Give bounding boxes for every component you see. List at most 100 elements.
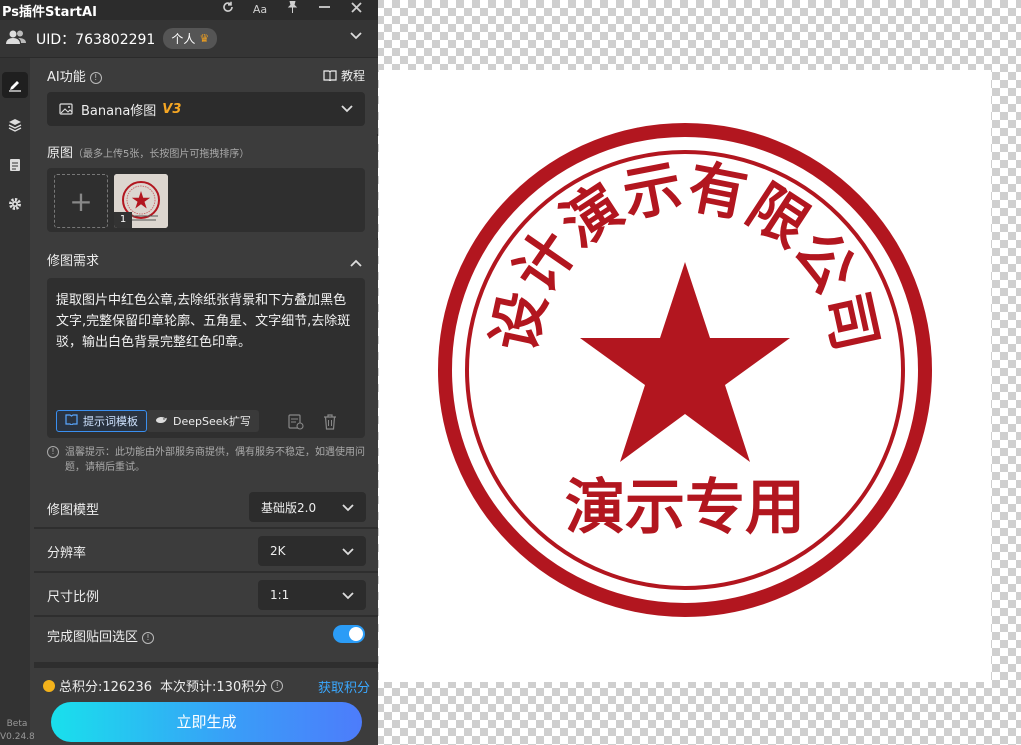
ai-model-version: V3: [162, 101, 182, 117]
document-icon: [10, 159, 20, 171]
version-number: V0.24.8: [0, 732, 35, 742]
resolution-select[interactable]: 2K: [258, 536, 366, 566]
sidebar-item-notes[interactable]: [2, 152, 28, 178]
font-size-icon[interactable]: Aa: [244, 0, 276, 20]
stamp-image: 设计演示有限公司 演示专用: [438, 123, 932, 617]
ai-model-select[interactable]: Banana修图 V3: [47, 92, 365, 126]
title-bar-actions: Aa: [212, 0, 372, 20]
title-bar: Ps插件StartAI Aa: [0, 0, 378, 20]
prompt-template-button[interactable]: 提示词模板: [56, 410, 147, 432]
generate-button[interactable]: 立即生成: [51, 702, 362, 742]
deepseek-label: DeepSeek扩写: [173, 415, 251, 428]
stamp-bottom-text: 演示专用: [565, 473, 805, 543]
tutorial-label: 教程: [340, 69, 365, 83]
beta-label: Beta: [6, 719, 28, 729]
user-bar[interactable]: UID：763802291 个人 ♛: [0, 20, 378, 58]
original-title: 原图: [47, 146, 74, 161]
toggle-knob: [349, 627, 363, 641]
info-icon[interactable]: !: [271, 679, 284, 692]
ai-feature-title: AI功能: [47, 70, 86, 85]
notice-text: ! 温馨提示：此功能由外部服务商提供，偶有服务不稳定，如遇使用问题，请稍后重试。: [47, 445, 365, 475]
total-points: 总积分:126236: [59, 680, 153, 695]
plan-label: 个人: [171, 32, 196, 46]
footer-bar: 总积分:126236 本次预计:130积分 ! 获取积分 立即生成: [34, 668, 378, 745]
layers-icon: [8, 119, 22, 132]
star-icon: [580, 262, 790, 462]
ratio-select[interactable]: 1:1: [258, 580, 366, 610]
trash-icon[interactable]: [323, 414, 337, 434]
ratio-value: 1:1: [270, 588, 290, 602]
model-label: 修图模型: [47, 503, 100, 518]
image-icon: [59, 103, 73, 115]
uid-text: UID：763802291: [36, 29, 155, 49]
sidebar-item-layers[interactable]: [2, 112, 28, 138]
pencil-icon: [9, 81, 21, 92]
model-row: 修图模型 基础版2.0: [34, 487, 378, 527]
paste-back-toggle[interactable]: [333, 625, 365, 643]
notice-content: 温馨提示：此功能由外部服务商提供，偶有服务不稳定，如遇使用问题，请稍后重试。: [65, 447, 365, 473]
plan-badge: 个人 ♛: [163, 28, 218, 49]
requirement-section: 修图需求 提取图片中红色公章,去除纸张背景和下方叠加黑色文字,完整保留印章轮廓、…: [34, 240, 378, 487]
ratio-row: 尺寸比例 1:1: [34, 573, 378, 615]
pin-icon[interactable]: [276, 0, 308, 20]
original-image-section: 原图（最多上传5张，长按图片可拖拽排序） + 1: [34, 136, 378, 238]
chevron-down-icon: [342, 545, 354, 559]
paste-back-row: 完成图贴回选区!: [34, 617, 378, 662]
deepseek-expand-button[interactable]: DeepSeek扩写: [147, 410, 259, 432]
info-icon[interactable]: !: [89, 72, 102, 84]
prompt-text: 提取图片中红色公章,去除纸张背景和下方叠加黑色文字,完整保留印章轮廓、五角星、文…: [56, 293, 351, 350]
crown-icon: ♛: [199, 32, 210, 45]
chevron-down-icon: [341, 102, 353, 116]
users-icon: [6, 29, 26, 49]
chevron-down-icon: [342, 501, 354, 515]
gear-icon: [9, 198, 21, 210]
close-icon[interactable]: [340, 0, 372, 20]
estimated-points: 本次预计:130积分: [160, 680, 268, 695]
original-label: 原图（最多上传5张，长按图片可拖拽排序）: [47, 142, 249, 161]
canvas-area: 设计演示有限公司 演示专用: [379, 0, 1021, 745]
info-icon: !: [47, 446, 59, 458]
minimize-icon[interactable]: [308, 0, 340, 20]
requirement-label: 修图需求: [47, 254, 100, 269]
add-image-button[interactable]: +: [54, 174, 108, 228]
sidebar-item-edit[interactable]: [2, 72, 28, 98]
chevron-down-icon[interactable]: [350, 28, 362, 44]
ratio-label: 尺寸比例: [47, 590, 100, 605]
tool-sidebar: Beta V0.24.8: [0, 58, 35, 745]
points-summary: 总积分:126236 本次预计:130积分 !: [43, 676, 284, 695]
history-icon[interactable]: [288, 414, 304, 434]
ai-feature-label: AI功能!: [47, 66, 102, 85]
resolution-row: 分辨率 2K: [34, 529, 378, 571]
thumbnail-strip: + 1: [47, 168, 365, 232]
thumbnail-image[interactable]: 1: [114, 174, 168, 228]
coin-icon: [43, 679, 55, 692]
ai-model-name: Banana修图: [81, 103, 157, 119]
resolution-value: 2K: [270, 544, 286, 558]
paste-back-title: 完成图贴回选区: [47, 630, 139, 645]
model-select[interactable]: 基础版2.0: [249, 492, 366, 522]
prompt-textarea[interactable]: 提取图片中红色公章,去除纸张背景和下方叠加黑色文字,完整保留印章轮廓、五角星、文…: [47, 278, 365, 438]
ai-feature-section: AI功能! 教程 Banana修图 V3: [34, 58, 378, 134]
book-icon: [323, 70, 337, 81]
chevron-up-icon[interactable]: [350, 252, 362, 271]
info-icon[interactable]: !: [142, 632, 155, 644]
version-label: Beta V0.24.8: [0, 718, 35, 744]
sidebar-item-settings[interactable]: [2, 191, 28, 217]
model-value: 基础版2.0: [261, 500, 317, 515]
paste-back-label: 完成图贴回选区!: [47, 626, 155, 645]
resolution-label: 分辨率: [47, 546, 87, 561]
whale-icon: [155, 415, 168, 428]
chevron-down-icon: [342, 589, 354, 603]
get-points-link[interactable]: 获取积分: [318, 677, 370, 696]
uid-label: UID：: [36, 31, 76, 48]
tutorial-link[interactable]: 教程: [323, 67, 365, 84]
prompt-template-label: 提示词模板: [83, 415, 138, 428]
uid-value: 763802291: [75, 31, 156, 48]
plugin-panel: Ps插件StartAI Aa UID：763802291 个人 ♛ Beta V…: [0, 0, 378, 745]
refresh-icon[interactable]: [212, 0, 244, 20]
original-hint: （最多上传5张，长按图片可拖拽排序）: [73, 149, 250, 160]
app-title: Ps插件StartAI: [2, 4, 97, 20]
thumbnail-index: 1: [114, 212, 132, 228]
artboard: 设计演示有限公司 演示专用: [379, 70, 991, 682]
book-icon: [65, 414, 78, 428]
